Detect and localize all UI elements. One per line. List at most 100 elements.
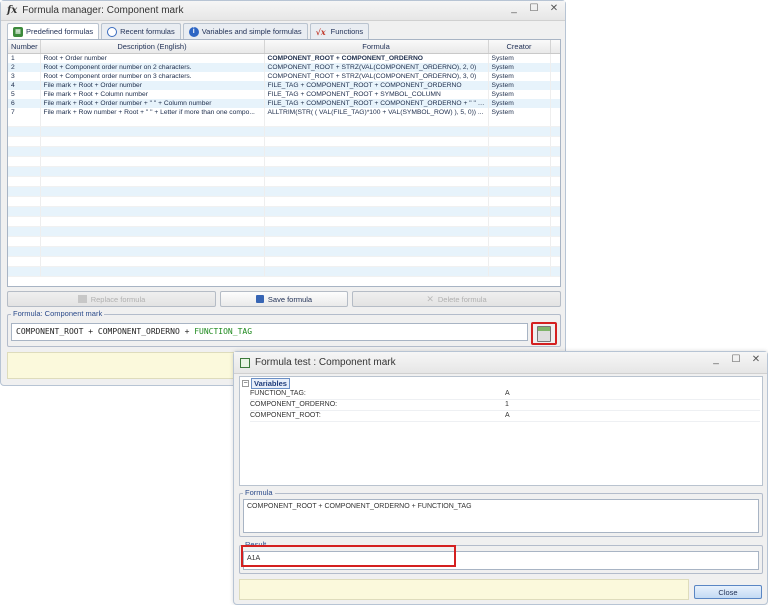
cell-number: 4	[8, 80, 41, 90]
delete-formula-label: Delete formula	[437, 294, 487, 304]
title-bar: Formula test : Component mark _ ☐ ✕	[234, 352, 767, 374]
table-icon	[77, 295, 87, 303]
info-icon: i	[188, 26, 199, 37]
empty-row	[8, 176, 560, 187]
empty-row	[8, 266, 560, 277]
variable-value: A	[505, 412, 510, 419]
cell-number: 2	[8, 62, 41, 72]
cell-number: 7	[8, 107, 41, 117]
maximize-button[interactable]: ☐	[731, 354, 741, 365]
collapse-icon[interactable]: −	[242, 380, 249, 387]
empty-row	[8, 126, 560, 137]
cell-creator: System	[488, 71, 551, 81]
cell-number: 1	[8, 53, 41, 63]
column-header-description[interactable]: Description (English)	[40, 40, 265, 54]
formula-input[interactable]: COMPONENT_ROOT + COMPONENT_ORDERNO + FUN…	[11, 323, 528, 341]
variable-row[interactable]: COMPONENT_ORDERNO: 1	[250, 401, 760, 411]
calculator-icon	[537, 325, 551, 342]
cell-formula: ALLTRIM(STR( ( VAL(FILE_TAG)*100 + VAL(S…	[264, 107, 489, 117]
close-window-button[interactable]: ✕	[549, 3, 559, 14]
empty-row	[8, 196, 560, 207]
replace-formula-label: Replace formula	[90, 294, 146, 304]
table-row[interactable]: 3 Root + Component order number on 3 cha…	[8, 71, 560, 81]
window-controls: _ ☐ ✕	[711, 354, 761, 365]
variable-name: COMPONENT_ORDERNO:	[250, 401, 338, 408]
cell-number: 5	[8, 89, 41, 99]
empty-row	[8, 136, 560, 147]
grid-icon: ▦	[13, 26, 23, 37]
tab-recent-formulas[interactable]: Recent formulas	[101, 23, 181, 39]
tab-label: Variables and simple formulas	[201, 27, 302, 36]
variable-value: 1	[505, 401, 509, 408]
variable-name: FUNCTION_TAG:	[250, 390, 306, 397]
formula-display-group: Formula COMPONENT_ROOT + COMPONENT_ORDER…	[239, 488, 763, 537]
formula-group: Formula: Component mark COMPONENT_ROOT +…	[7, 309, 561, 347]
cell-creator: System	[488, 89, 551, 99]
empty-row	[8, 186, 560, 197]
maximize-button[interactable]: ☐	[529, 3, 539, 14]
formula-group-legend: Formula: Component mark	[11, 309, 105, 318]
variables-title: Variables	[251, 378, 290, 389]
cell-formula: COMPONENT_ROOT + STRZ(VAL(COMPONENT_ORDE…	[264, 62, 489, 72]
tab-functions[interactable]: √x Functions	[309, 23, 370, 39]
empty-row	[8, 226, 560, 237]
formula-text: COMPONENT_ROOT + COMPONENT_ORDERNO +	[16, 327, 195, 336]
table-row[interactable]: 6 File mark + Root + Order number + " " …	[8, 98, 560, 108]
variable-row[interactable]: COMPONENT_ROOT: A	[250, 412, 760, 422]
empty-row	[8, 246, 560, 257]
fx-icon: √x	[315, 26, 326, 37]
close-button[interactable]: Close	[694, 585, 762, 599]
cell-description: Root + Component order number on 3 chara…	[40, 71, 265, 81]
cell-formula: FILE_TAG + COMPONENT_ROOT + SYMBOL_COLUM…	[264, 89, 489, 99]
result-highlight-frame	[241, 545, 456, 567]
tab-predefined-formulas[interactable]: ▦ Predefined formulas	[7, 23, 100, 39]
replace-formula-button[interactable]: Replace formula	[7, 291, 216, 307]
cell-description: File mark + Root + Column number	[40, 89, 265, 99]
cell-description: Root + Component order number on 2 chara…	[40, 62, 265, 72]
variables-panel: − Variables FUNCTION_TAG: A COMPONENT_OR…	[239, 376, 763, 486]
cell-description: File mark + Root + Order number	[40, 80, 265, 90]
empty-row	[8, 146, 560, 157]
column-header-formula[interactable]: Formula	[264, 40, 489, 54]
formula-function-text: FUNCTION_TAG	[194, 327, 253, 336]
empty-row	[8, 156, 560, 167]
cell-formula: COMPONENT_ROOT + STRZ(VAL(COMPONENT_ORDE…	[264, 71, 489, 81]
cell-formula: FILE_TAG + COMPONENT_ROOT + COMPONENT_OR…	[264, 80, 489, 90]
dialog-icon	[240, 357, 250, 368]
table-row[interactable]: 4 File mark + Root + Order number FILE_T…	[8, 80, 560, 90]
window-controls: _ ☐ ✕	[509, 3, 559, 14]
window-title: Formula test : Component mark	[255, 357, 396, 368]
column-header-number[interactable]: Number	[8, 40, 41, 54]
minimize-button[interactable]: _	[711, 354, 721, 365]
table-row[interactable]: 7 File mark + Row number + Root + " " + …	[8, 107, 560, 117]
formula-legend: Formula	[243, 488, 275, 497]
cell-creator: System	[488, 107, 551, 117]
tab-label: Recent formulas	[120, 27, 175, 36]
minimize-button[interactable]: _	[509, 3, 519, 14]
title-bar: fx Formula manager: Component mark _ ☐ ✕	[1, 1, 565, 21]
table-row[interactable]: 5 File mark + Root + Column number FILE_…	[8, 89, 560, 99]
test-formula-button[interactable]	[531, 322, 557, 345]
delete-formula-button[interactable]: ✕ Delete formula	[352, 291, 561, 307]
cell-number: 3	[8, 71, 41, 81]
save-icon	[255, 295, 264, 303]
column-header-creator[interactable]: Creator	[488, 40, 551, 54]
cell-number: 6	[8, 98, 41, 108]
tab-variables-simple-formulas[interactable]: i Variables and simple formulas	[182, 23, 308, 39]
close-window-button[interactable]: ✕	[751, 354, 761, 365]
empty-row	[8, 256, 560, 267]
table-row[interactable]: 1 Root + Order number COMPONENT_ROOT + C…	[8, 53, 560, 63]
tab-label: Functions	[330, 27, 364, 36]
cell-creator: System	[488, 53, 551, 63]
table-row[interactable]: 2 Root + Component order number on 2 cha…	[8, 62, 560, 72]
empty-row	[8, 236, 560, 247]
variable-row[interactable]: FUNCTION_TAG: A	[250, 390, 760, 400]
empty-row	[8, 206, 560, 217]
save-formula-label: Save formula	[267, 294, 313, 304]
empty-row	[8, 216, 560, 227]
formula-display[interactable]: COMPONENT_ROOT + COMPONENT_ORDERNO + FUN…	[243, 499, 759, 533]
formula-actions-bar: Replace formula Save formula ✕ Delete fo…	[7, 291, 561, 307]
fx-icon: fx	[7, 5, 18, 16]
formulas-table: Number Description (English) Formula Cre…	[7, 39, 561, 287]
save-formula-button[interactable]: Save formula	[220, 291, 348, 307]
